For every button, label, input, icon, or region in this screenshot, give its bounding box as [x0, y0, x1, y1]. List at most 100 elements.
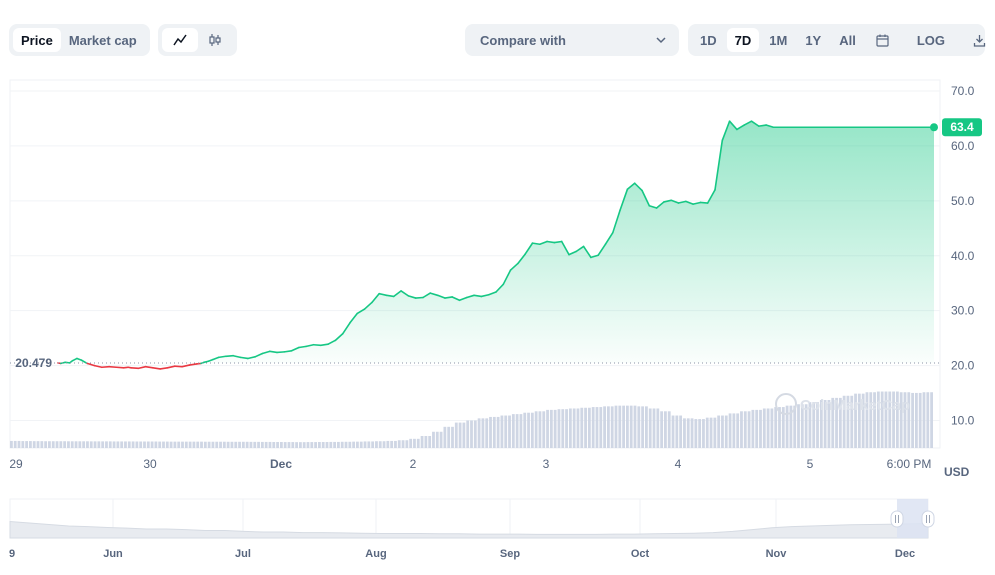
volume-bar: [196, 441, 200, 448]
volume-bar: [17, 440, 21, 448]
download-icon[interactable]: [965, 28, 994, 52]
price-line-segment: [93, 364, 103, 369]
volume-bar: [295, 442, 298, 448]
price-line-segment: [327, 339, 337, 345]
volume-bar: [500, 415, 504, 448]
volume-bar: [82, 441, 86, 448]
price-line-segment: [422, 292, 432, 299]
price-line-segment: [76, 357, 83, 361]
volume-bar: [694, 419, 698, 448]
price-line-segment: [312, 343, 322, 347]
price-line-segment: [414, 296, 424, 299]
price-line-segment: [677, 200, 687, 204]
volume-bar: [245, 441, 249, 448]
volume-bar: [249, 441, 253, 448]
volume-bar: [162, 441, 165, 448]
volume-bar: [173, 441, 177, 448]
price-line-segment: [203, 360, 210, 364]
volume-bar: [876, 391, 880, 448]
volume-bar: [32, 441, 36, 448]
volume-bar: [778, 407, 781, 448]
calendar-icon[interactable]: [868, 28, 897, 52]
volume-bar: [599, 407, 603, 448]
range-1m[interactable]: 1M: [761, 28, 795, 52]
navigator-handle-right[interactable]: [921, 510, 935, 528]
volume-bar: [344, 441, 348, 448]
price-area-fill: [58, 121, 934, 363]
navigator-label: Nov: [766, 548, 788, 560]
volume-bar: [690, 418, 694, 448]
tab-price[interactable]: Price: [13, 28, 61, 52]
volume-bar: [306, 442, 310, 448]
price-line-segment: [385, 294, 395, 298]
volume-bar: [542, 411, 546, 448]
price-line-segment: [473, 294, 483, 298]
volume-bar: [424, 436, 428, 448]
range-1y[interactable]: 1Y: [797, 28, 829, 52]
price-line-segment: [451, 296, 461, 302]
price-line-segment: [560, 240, 570, 256]
price-line-segment: [757, 124, 767, 127]
range-selector: 1D 7D 1M 1Y All LOG: [688, 24, 986, 56]
price-line-segment: [458, 296, 468, 302]
volume-bar: [618, 405, 622, 448]
volume-bar: [177, 441, 181, 448]
volume-bar: [576, 408, 580, 448]
compare-with-dropdown[interactable]: Compare with: [465, 24, 679, 56]
range-7d[interactable]: 7D: [726, 28, 760, 52]
x-tick-label: 29: [9, 457, 23, 471]
x-tick-label: 4: [675, 457, 682, 471]
tab-market-cap[interactable]: Market cap: [61, 28, 145, 52]
volume-bar: [922, 392, 926, 448]
volume-bar: [401, 440, 405, 448]
price-chart: CoinMarketCap 70.0 60.0 50.0 40.0 30.0 20.0 10…: [9, 79, 982, 560]
volume-bar: [530, 412, 534, 448]
volume-bar: [276, 442, 279, 448]
volume-bar: [116, 441, 120, 448]
candlestick-icon[interactable]: [198, 28, 234, 52]
volume-bar: [21, 441, 25, 448]
price-line-segment: [648, 204, 658, 209]
y-tick-label: 70.0: [951, 84, 975, 98]
log-scale-toggle[interactable]: LOG: [909, 28, 953, 52]
price-line-segment: [517, 253, 527, 265]
volume-bar: [108, 441, 112, 448]
price-line-segment: [334, 332, 344, 342]
price-line-segment: [590, 254, 600, 259]
volume-bar: [804, 404, 808, 448]
volume-bar: [652, 408, 656, 448]
price-line-segment: [575, 245, 585, 253]
volume-bar: [721, 415, 724, 448]
volume-bar: [13, 440, 17, 448]
price-line-segment: [444, 296, 454, 299]
volume-bar: [477, 418, 481, 448]
volume-bar: [279, 442, 283, 448]
navigator-handle-left[interactable]: [890, 510, 904, 528]
volume-bar: [226, 441, 230, 448]
volume-bar: [112, 441, 116, 448]
volume-bar: [861, 393, 865, 448]
price-line-segment: [68, 359, 74, 364]
volume-bar: [458, 422, 462, 448]
volume-bar: [492, 416, 496, 448]
price-line-segment: [407, 295, 417, 299]
price-line-segment: [181, 364, 191, 368]
volume-bar: [884, 391, 888, 448]
line-chart-icon[interactable]: [162, 28, 198, 52]
volume-bar: [679, 415, 683, 448]
volume-bar: [580, 407, 584, 448]
volume-bar: [664, 411, 667, 448]
range-1d[interactable]: 1D: [692, 28, 725, 52]
volume-bar: [637, 406, 641, 448]
volume-bar: [215, 441, 219, 448]
price-line-segment: [207, 358, 214, 363]
volume-bar: [89, 441, 93, 448]
volume-bar: [519, 414, 523, 448]
range-all[interactable]: All: [831, 28, 864, 52]
volume-bar: [238, 441, 241, 448]
volume-bar: [759, 409, 762, 448]
volume-bar: [462, 422, 466, 448]
navigator-frame: [9, 498, 929, 539]
price-line-segment: [502, 269, 512, 286]
data-type-tabs: Price Market cap: [9, 24, 150, 56]
